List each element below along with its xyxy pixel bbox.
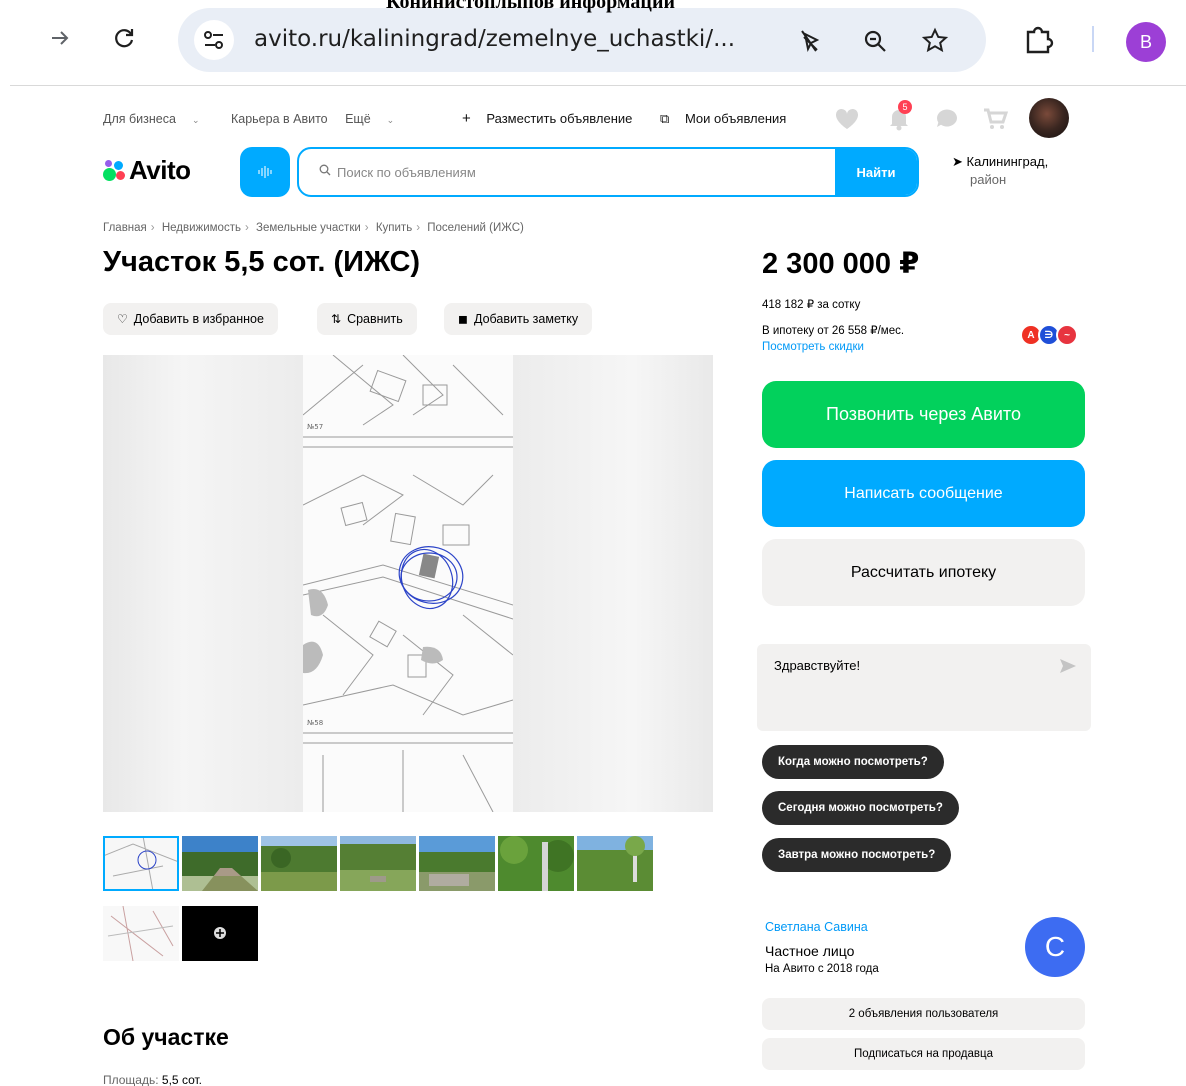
forward-icon[interactable] <box>42 20 78 56</box>
area-property: Площадь: 5,5 сот. <box>103 1073 202 1086</box>
post-ad-link[interactable]: + Разместить объявление <box>462 110 644 127</box>
search-bar: Найти <box>297 147 919 197</box>
thumbnail-photo[interactable] <box>182 836 258 891</box>
breadcrumb-item[interactable]: Купить <box>376 222 412 234</box>
career-link[interactable]: Карьера в Авито <box>231 112 328 126</box>
address-bar[interactable]: avito.ru/kaliningrad/zemelnye_uchastki/.… <box>178 8 986 72</box>
breadcrumb-item[interactable]: Недвижимость <box>162 222 241 234</box>
url-text[interactable]: avito.ru/kaliningrad/zemelnye_uchastki/.… <box>254 26 735 52</box>
add-favorite-button[interactable]: ♡ Добавить в избранное <box>103 303 278 335</box>
video-360-icon <box>214 927 226 939</box>
about-section-title: Об участке <box>103 1024 229 1050</box>
area-label: Площадь: <box>103 1073 159 1086</box>
price: 2 300 000 ₽ <box>762 248 920 280</box>
mortgage-info: В ипотеку от 26 558 ₽/мес. Посмотреть ск… <box>762 323 904 355</box>
location-district: район <box>970 172 1007 187</box>
compare-icon: ⇅ <box>331 312 342 326</box>
thumbnail-photo[interactable] <box>498 836 574 891</box>
mortgage-text: В ипотеку от 26 558 ₽/мес. <box>762 325 905 337</box>
message-input[interactable]: Здравствуйте! <box>774 658 860 673</box>
overlay-caption: Конинистоплыпов информации <box>386 0 675 13</box>
map-label-58: №58 <box>307 719 323 727</box>
compare-button[interactable]: ⇅ Сравнить <box>317 303 417 335</box>
user-avatar[interactable] <box>1029 98 1069 138</box>
quick-reply-today[interactable]: Сегодня можно посмотреть? <box>762 791 959 825</box>
search-submit-button[interactable]: Найти <box>835 149 917 195</box>
subscribe-seller-button[interactable]: Подписаться на продавца <box>762 1038 1085 1070</box>
location-off-icon[interactable] <box>794 26 824 56</box>
write-message-button[interactable]: Написать сообщение <box>762 460 1085 527</box>
header-actions: + Разместить объявление ⧉ Мои объявления <box>462 110 810 127</box>
breadcrumb-item[interactable]: Поселений (ИЖС) <box>427 222 524 234</box>
toolbar-divider <box>10 85 1186 86</box>
plus-icon: + <box>462 110 471 127</box>
cadastral-map-image: №57 №58 <box>303 355 513 812</box>
seller-name-link[interactable]: Светлана Савина <box>765 920 868 934</box>
thumbnail-plan[interactable] <box>103 906 179 961</box>
seller-since: На Авито с 2018 года <box>765 963 879 975</box>
messages-chat-icon[interactable] <box>932 104 962 134</box>
toolbar-separator <box>1092 26 1094 52</box>
location-arrow-icon: ➤ <box>952 154 963 169</box>
zoom-icon[interactable] <box>860 26 890 56</box>
extensions-icon[interactable] <box>1022 22 1056 61</box>
header-top-links: Для бизнеса ⌄ Карьера в Авито Ещё ⌄ <box>103 112 422 126</box>
user-ads-button[interactable]: 2 объявления пользователя <box>762 998 1085 1030</box>
photo-gallery[interactable]: №57 №58 <box>103 355 713 812</box>
thumbnail-video[interactable] <box>182 906 258 961</box>
thumbnail-photo[interactable] <box>419 836 495 891</box>
quick-reply-tomorrow[interactable]: Завтра можно посмотреть? <box>762 838 952 872</box>
call-button[interactable]: Позвонить через Авито <box>762 381 1085 448</box>
voice-search-button[interactable] <box>240 147 290 197</box>
bookmark-star-icon[interactable] <box>920 26 950 56</box>
add-note-button[interactable]: ◼ Добавить заметку <box>444 303 593 335</box>
avito-logo-dots-icon <box>103 159 125 182</box>
thumbnail-photo[interactable] <box>261 836 337 891</box>
breadcrumb-item[interactable]: Главная <box>103 222 147 234</box>
send-icon[interactable] <box>1059 658 1077 674</box>
search-icon <box>319 164 331 176</box>
thumbnail-photo[interactable] <box>577 836 653 891</box>
quick-reply-when[interactable]: Когда можно посмотреть? <box>762 745 944 779</box>
thumbnail-map[interactable] <box>103 836 179 891</box>
quick-message-box[interactable]: Здравствуйте! <box>757 644 1091 731</box>
calculate-mortgage-button[interactable]: Рассчитать ипотеку <box>762 539 1085 606</box>
seller-type: Частное лицо <box>765 943 855 959</box>
area-value: 5,5 сот. <box>161 1073 202 1086</box>
note-icon: ◼ <box>458 312 468 326</box>
location-city: Калининград, <box>966 154 1049 169</box>
my-ads-link[interactable]: ⧉ Мои объявления <box>660 111 798 126</box>
bank-icon: ~ <box>1056 324 1078 346</box>
heart-outline-icon: ♡ <box>117 312 128 326</box>
more-link[interactable]: Ещё ⌄ <box>345 112 408 126</box>
avito-logo[interactable]: Avito <box>103 155 191 186</box>
profile-avatar[interactable]: B <box>1126 22 1166 62</box>
location-selector[interactable]: ➤ Калининград, район <box>952 153 1048 189</box>
reload-icon[interactable] <box>106 20 142 56</box>
favorites-heart-icon[interactable] <box>832 104 862 134</box>
site-settings-icon[interactable] <box>194 20 234 60</box>
notification-badge: 5 <box>898 100 912 114</box>
seller-avatar[interactable]: С <box>1025 917 1085 977</box>
gallery-blur-right <box>513 355 713 812</box>
gallery-blur-left <box>103 355 303 812</box>
avito-logo-text: Avito <box>129 155 191 185</box>
price-per-sotka: 418 182 ₽ за сотку <box>762 299 861 311</box>
discounts-link[interactable]: Посмотреть скидки <box>762 339 904 355</box>
search-input[interactable] <box>337 161 817 183</box>
copy-icon: ⧉ <box>660 111 670 126</box>
bank-logos: A ∋ ~ <box>1020 324 1086 346</box>
cart-icon[interactable] <box>980 104 1010 134</box>
voice-wave-icon <box>258 166 272 178</box>
thumbnail-photo[interactable] <box>340 836 416 891</box>
map-label-57: №57 <box>307 423 323 431</box>
listing-title: Участок 5,5 сот. (ИЖС) <box>103 246 421 278</box>
breadcrumb: Главная › Недвижимость › Земельные участки… <box>103 222 524 234</box>
breadcrumb-item[interactable]: Земельные участки <box>256 222 361 234</box>
business-link[interactable]: Для бизнеса ⌄ <box>103 112 213 126</box>
